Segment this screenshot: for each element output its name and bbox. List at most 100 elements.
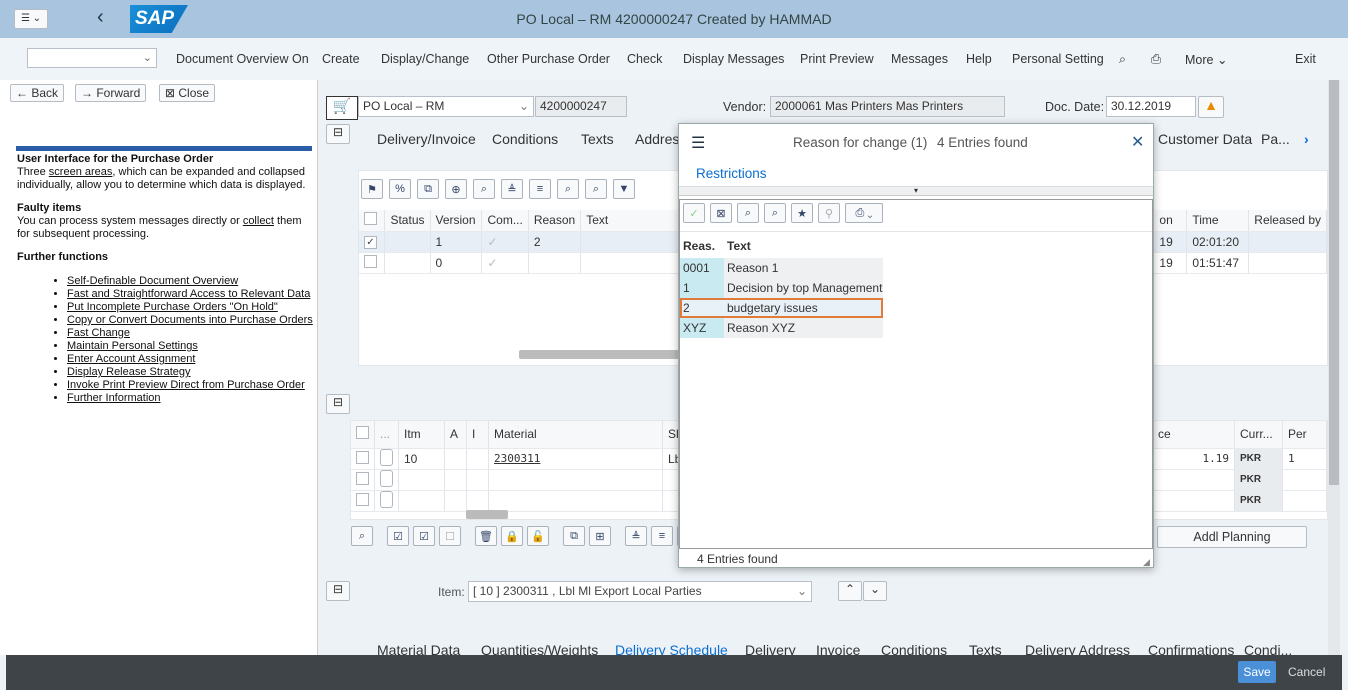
next-item-button[interactable]: ⌄ — [863, 581, 887, 601]
zoom-icon[interactable]: ⌕ — [473, 179, 495, 199]
help-link[interactable]: Fast Change — [67, 327, 130, 339]
tab-texts[interactable]: Texts — [581, 131, 614, 147]
compare-icon[interactable]: % — [389, 179, 411, 199]
column-header[interactable]: Status — [384, 210, 431, 232]
column-header[interactable]: on — [1153, 210, 1188, 232]
resize-handle[interactable]: ◢ — [1143, 557, 1150, 568]
menu-document-overview[interactable]: Document Overview On — [176, 52, 309, 66]
close-icon[interactable]: ✕ — [1131, 132, 1144, 152]
restrictions-link[interactable]: Restrictions — [696, 166, 767, 181]
row-checkbox[interactable]: ✓ — [364, 236, 377, 249]
row-detail-button[interactable] — [380, 448, 393, 466]
column-header[interactable]: A — [444, 421, 467, 449]
select-all-icon[interactable]: ☑ — [387, 526, 409, 546]
command-field[interactable]: ⌄ — [27, 48, 157, 68]
list-item-selected[interactable]: 2 budgetary issues — [680, 298, 883, 318]
chevron-right-icon[interactable]: › — [1304, 131, 1309, 147]
deselect-all-icon[interactable]: ☐ — [439, 526, 461, 546]
menu-other-po[interactable]: Other Purchase Order — [487, 52, 610, 66]
help-link[interactable]: Put Incomplete Purchase Orders "On Hold" — [67, 301, 278, 313]
menu-display-messages[interactable]: Display Messages — [683, 52, 784, 66]
column-header-text[interactable]: Text — [724, 233, 883, 258]
zoom-icon[interactable]: ⌕ — [351, 526, 373, 546]
select-all-checkbox[interactable] — [356, 426, 369, 440]
list-item[interactable]: 1 Decision by top Management — [680, 278, 883, 298]
hamburger-icon[interactable]: ☰ — [691, 133, 705, 153]
help-link[interactable]: Display Release Strategy — [67, 366, 191, 378]
collapse-items-icon[interactable]: ⊟ — [326, 394, 350, 414]
find-next-icon[interactable]: ⌕ — [764, 203, 786, 223]
help-link[interactable]: Further Information — [67, 392, 161, 404]
column-header[interactable]: I — [466, 421, 489, 449]
column-header[interactable]: Com... — [481, 210, 529, 232]
help-link[interactable]: Enter Account Assignment — [67, 353, 195, 365]
add-icon[interactable]: ⊕ — [445, 179, 467, 199]
column-header[interactable]: Itm — [398, 421, 445, 449]
row-checkbox[interactable] — [356, 450, 369, 464]
column-header[interactable]: Version — [430, 210, 483, 232]
check-icon[interactable]: ✓ — [683, 203, 705, 223]
collect-link[interactable]: collect — [243, 215, 274, 227]
row-checkbox[interactable] — [356, 471, 369, 485]
tab-delivery-invoice[interactable]: Delivery/Invoice — [377, 131, 476, 147]
column-header[interactable]: Time — [1186, 210, 1250, 232]
row-checkbox[interactable] — [364, 254, 377, 268]
row-detail-button[interactable] — [380, 490, 393, 508]
addl-planning-button[interactable]: Addl Planning — [1157, 526, 1307, 548]
search-icon[interactable]: ⌕ — [737, 203, 759, 223]
filter-icon[interactable]: ▼ — [613, 179, 635, 199]
doc-date-field[interactable]: 30.12.2019 — [1106, 96, 1196, 117]
vertical-scrollbar[interactable] — [1328, 80, 1340, 655]
collapse-item-detail-icon[interactable]: ⊟ — [326, 581, 350, 601]
search-icon[interactable]: ⌕ — [1119, 52, 1126, 67]
material-link[interactable]: 2300311 — [488, 448, 663, 470]
tab-address[interactable]: Addres — [635, 131, 679, 147]
restrictions-splitter[interactable]: ▾ — [679, 186, 1153, 196]
column-header[interactable]: Released by — [1248, 210, 1327, 232]
vendor-field[interactable]: 2000061 Mas Printers Mas Printers — [770, 96, 1005, 117]
po-number-field[interactable]: 4200000247 — [535, 96, 627, 117]
collapse-header-icon[interactable]: ⊟ — [326, 124, 350, 144]
row-checkbox[interactable] — [356, 492, 369, 506]
column-header[interactable]: ce — [1152, 421, 1235, 449]
list-item[interactable]: 0001 Reason 1 — [680, 258, 883, 278]
help-link[interactable]: Invoke Print Preview Direct from Purchas… — [67, 379, 305, 391]
forward-button[interactable]: → Forward — [75, 84, 147, 102]
unlock-icon[interactable]: 🔓 — [527, 526, 549, 546]
menu-display-change[interactable]: Display/Change — [381, 52, 469, 66]
list-item[interactable]: XYZ Reason XYZ — [680, 318, 883, 338]
help-link[interactable]: Fast and Straightforward Access to Relev… — [67, 288, 310, 300]
cancel-icon[interactable]: ⊠ — [710, 203, 732, 223]
menu-messages[interactable]: Messages — [891, 52, 948, 66]
copy-icon[interactable]: ⧉ — [563, 526, 585, 546]
explode-icon[interactable]: ⊞ — [589, 526, 611, 546]
column-header[interactable]: Curr... — [1234, 421, 1283, 449]
horizontal-scrollbar[interactable] — [466, 510, 508, 519]
column-header-reason[interactable]: Reas. — [680, 233, 724, 258]
cancel-button[interactable]: Cancel — [1288, 665, 1325, 679]
column-header[interactable]: Per — [1282, 421, 1327, 449]
tab-customer-data[interactable]: Customer Data — [1158, 131, 1252, 147]
favorite-add-icon[interactable]: ★ — [791, 203, 813, 223]
sort-descending-icon[interactable]: ≡ — [529, 179, 551, 199]
details-icon[interactable]: ⧉ — [417, 179, 439, 199]
tab-conditions[interactable]: Conditions — [492, 131, 558, 147]
find-next-icon[interactable]: ⌕ — [585, 179, 607, 199]
menu-personal-setting[interactable]: Personal Setting — [1012, 52, 1104, 66]
select-all-checkbox[interactable] — [364, 212, 377, 226]
print-icon[interactable]: ⎙ ⌄ — [845, 203, 883, 223]
menu-check[interactable]: Check — [627, 52, 662, 66]
select-block-icon[interactable]: ☑ — [413, 526, 435, 546]
printer-icon[interactable]: ⎙ — [1151, 52, 1161, 67]
save-button[interactable]: Save — [1238, 661, 1276, 683]
flag-icon[interactable]: ⚑ — [361, 179, 383, 199]
menu-print-preview[interactable]: Print Preview — [800, 52, 874, 66]
close-button[interactable]: ⊠ Close — [159, 84, 216, 102]
doc-type-select[interactable]: PO Local – RM ⌄ — [358, 96, 534, 117]
help-link[interactable]: Self-Definable Document Overview — [67, 275, 238, 287]
exit-button[interactable]: Exit — [1295, 52, 1316, 66]
sort-ascending-icon[interactable]: ≜ — [625, 526, 647, 546]
back-button[interactable]: ← Back — [10, 84, 65, 102]
personal-list-icon[interactable]: ⚲ — [818, 203, 840, 223]
delete-icon[interactable]: 🗑 — [475, 526, 497, 546]
